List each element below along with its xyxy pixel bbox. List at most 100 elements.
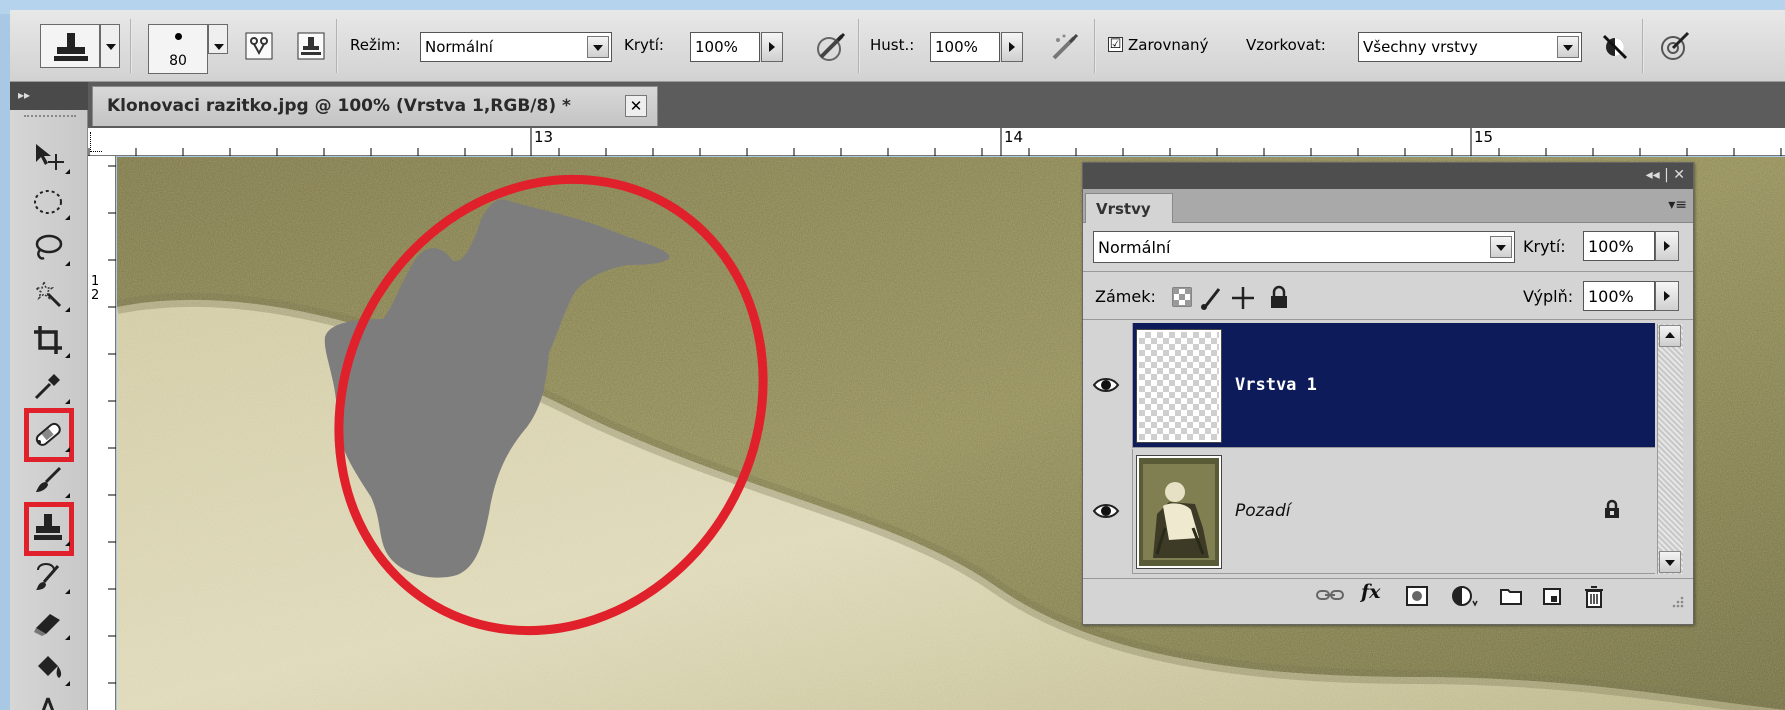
ruler-ticks: [88, 128, 1782, 156]
layer-opacity-label: Krytí:: [1523, 237, 1566, 256]
airbrush-pen-icon: [817, 32, 846, 61]
magic-wand-icon: [33, 279, 62, 308]
eye-icon[interactable]: [1091, 373, 1121, 397]
ignore-adjustment-icon: [1602, 34, 1628, 60]
photo-thumbnail-image: [1139, 458, 1219, 566]
document-tab[interactable]: Klonovaci razitko.jpg @ 100% (Vrstva 1,R…: [92, 86, 658, 126]
tool-preset-dropdown[interactable]: [100, 24, 120, 68]
layers-panel: ◂◂ | ✕ Vrstvy ▾≡ Normální Krytí: 100% Zá…: [1082, 162, 1694, 625]
ignore-adjustment-layers-button[interactable]: [1600, 32, 1630, 62]
bandage-icon: [35, 422, 61, 446]
fill-label: Výplň:: [1523, 287, 1574, 306]
crop-tool[interactable]: [28, 322, 70, 358]
mode-value: Normální: [425, 38, 493, 56]
layers-scrollbar[interactable]: [1657, 324, 1683, 574]
sample-value: Všechny vrstvy: [1363, 38, 1478, 56]
paint-bucket-icon: [38, 656, 62, 678]
panel-menu-icon[interactable]: ▾≡: [1668, 197, 1687, 213]
fx-icon[interactable]: fx: [1361, 581, 1381, 603]
panel-tabs: Vrstvy ▾≡: [1083, 189, 1693, 223]
options-bar: 80 Režim: Normální Krytí: 100% Hust.: 10…: [10, 10, 1785, 82]
mode-select[interactable]: Normální: [420, 32, 612, 62]
move-tool[interactable]: [28, 138, 70, 174]
layer-name: Pozadí: [1235, 501, 1291, 521]
scroll-up-button[interactable]: [1659, 325, 1681, 347]
ruler-origin[interactable]: [90, 132, 102, 152]
paint-bucket-tool[interactable]: [28, 650, 70, 686]
lock-all-icon: [1271, 285, 1287, 308]
eyedropper-icon: [34, 374, 60, 400]
folder-icon[interactable]: [1499, 585, 1523, 607]
lock-position-icon: [1232, 287, 1254, 309]
history-brush-icon: [36, 563, 60, 590]
close-document-button[interactable]: ✕: [625, 95, 647, 117]
mask-icon[interactable]: [1405, 585, 1429, 607]
airbrush-button[interactable]: [1050, 32, 1080, 62]
link-icon[interactable]: [1315, 585, 1345, 605]
airbrush-icon: [1052, 33, 1079, 60]
move-icon: [36, 144, 64, 170]
brush-dropdown[interactable]: [208, 24, 228, 54]
ruler-label-1: 1: [91, 274, 100, 289]
gradient-tool-partial[interactable]: [28, 694, 68, 710]
panel-controls[interactable]: ◂◂ | ✕: [1646, 167, 1685, 183]
brush-tip-icon: [175, 33, 182, 40]
fill-slider-button[interactable]: [1655, 281, 1679, 311]
layer-opacity-slider-button[interactable]: [1655, 231, 1679, 261]
adjustment-icon[interactable]: [1451, 585, 1479, 607]
elliptical-marquee-icon: [34, 190, 62, 214]
marquee-tool[interactable]: [28, 184, 70, 220]
scroll-down-button[interactable]: [1659, 551, 1681, 573]
blend-mode-select[interactable]: Normální: [1093, 231, 1515, 263]
brush-tool[interactable]: [28, 462, 70, 498]
eye-icon[interactable]: [1091, 499, 1121, 523]
magic-wand-tool[interactable]: [28, 276, 70, 312]
lasso-tool[interactable]: [28, 230, 70, 266]
clone-stamp-tool[interactable]: [28, 510, 70, 546]
visibility-column: [1083, 449, 1133, 574]
tablet-pressure-opacity-button[interactable]: [816, 32, 846, 62]
separator: [858, 19, 860, 73]
clone-stamp-icon: [34, 514, 62, 540]
fill-input[interactable]: 100%: [1583, 281, 1655, 311]
stamp-panel-icon: [297, 32, 325, 60]
eraser-tool[interactable]: [28, 604, 70, 640]
flow-slider-button[interactable]: [1001, 32, 1023, 62]
toolbox-grip[interactable]: [24, 115, 76, 121]
brush-icon: [36, 466, 62, 492]
layer-opacity-input[interactable]: 100%: [1583, 231, 1655, 261]
horizontal-ruler[interactable]: 13 14 15: [88, 128, 1785, 156]
resize-grip-icon[interactable]: [1669, 593, 1685, 609]
crop-icon: [34, 326, 62, 354]
toolbox-collapse[interactable]: ▸▸: [10, 82, 88, 110]
tab-layers[interactable]: Vrstvy: [1085, 193, 1173, 223]
aligned-checkbox[interactable]: ☑: [1108, 37, 1123, 52]
trash-icon[interactable]: [1583, 585, 1605, 609]
opacity-slider-button[interactable]: [761, 32, 783, 62]
healing-brush-tool[interactable]: [28, 416, 70, 452]
new-layer-icon[interactable]: [1541, 585, 1565, 607]
brush-size: 80: [169, 53, 187, 69]
panel-title-bar[interactable]: ◂◂ | ✕: [1083, 163, 1693, 189]
tablet-pressure-size-button[interactable]: [1660, 31, 1690, 61]
layer-row-vrstva-1[interactable]: Vrstva 1: [1083, 323, 1655, 448]
eyedropper-tool[interactable]: [28, 368, 70, 404]
opacity-label: Krytí:: [624, 36, 664, 54]
flow-input[interactable]: 100%: [930, 32, 1000, 62]
toggle-brush-panel-button[interactable]: [296, 31, 326, 61]
opacity-input[interactable]: 100%: [690, 32, 760, 62]
ruler-label-15: 15: [1474, 128, 1494, 146]
history-brush-tool[interactable]: [28, 558, 70, 594]
layer-row-pozadi[interactable]: Pozadí: [1083, 449, 1655, 574]
eraser-icon: [34, 614, 60, 636]
sample-select[interactable]: Všechny vrstvy: [1358, 32, 1582, 62]
brush-preset-picker[interactable]: 80: [148, 24, 208, 74]
separator: [336, 19, 338, 73]
clone-source-panel-button[interactable]: [244, 31, 274, 61]
pen-icon: [41, 697, 55, 710]
lock-icon: [1605, 499, 1619, 518]
mode-label: Režim:: [350, 36, 401, 54]
vertical-ruler[interactable]: 1 2: [88, 156, 116, 710]
tool-preset-picker[interactable]: [40, 24, 100, 68]
chevron-down-icon: [1557, 36, 1579, 58]
